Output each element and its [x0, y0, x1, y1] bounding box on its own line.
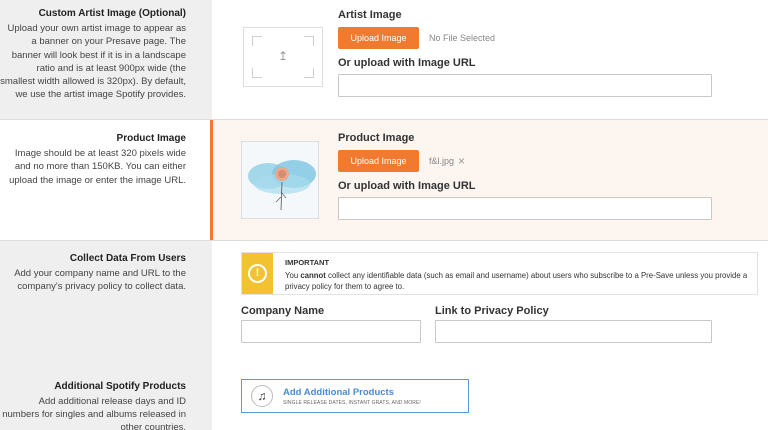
notice-body: You cannot collect any identifiable data…	[285, 271, 748, 291]
notice-title: IMPORTANT	[285, 258, 330, 267]
product-image-description: Image should be at least 320 pixels wide…	[9, 148, 186, 186]
custom-artist-content: ↥ Artist Image Upload Image No File Sele…	[212, 0, 768, 120]
add-products-title: Add Additional Products	[283, 387, 395, 398]
notice-emphasis: cannot	[300, 271, 326, 280]
remove-file-icon[interactable]: ×	[458, 154, 465, 168]
company-name-input[interactable]	[241, 320, 421, 343]
product-artwork-thumbnail	[242, 142, 318, 218]
notice-warning-strip: !	[242, 253, 273, 294]
artist-image-placeholder[interactable]: ↥	[243, 27, 323, 87]
product-image-preview[interactable]	[241, 141, 319, 219]
warning-icon: !	[248, 264, 267, 283]
custom-artist-description: Upload your own artist image to appear a…	[0, 23, 186, 101]
product-image-label: Product Image	[338, 132, 415, 144]
product-upload-button[interactable]: Upload Image	[338, 150, 419, 172]
artist-url-label: Or upload with Image URL	[338, 57, 476, 69]
custom-artist-title: Custom Artist Image (Optional)	[38, 8, 186, 19]
music-note-icon: ♫	[251, 385, 273, 407]
product-url-input[interactable]	[338, 197, 712, 220]
privacy-policy-label: Link to Privacy Policy	[435, 305, 549, 317]
custom-artist-sidebar: Custom Artist Image (Optional) Upload yo…	[0, 0, 212, 120]
additional-products-title: Additional Spotify Products	[54, 380, 186, 392]
artist-url-input[interactable]	[338, 74, 712, 97]
company-name-label: Company Name	[241, 305, 325, 317]
collect-data-description: Add your company name and URL to the com…	[14, 268, 186, 293]
product-file-name: f&l.jpg	[429, 156, 455, 166]
add-products-subtitle: SINGLE RELEASE DATES, INSTANT GRATS, AND…	[283, 400, 421, 406]
product-url-label: Or upload with Image URL	[338, 180, 476, 192]
add-additional-products-button[interactable]: ♫ Add Additional Products SINGLE RELEASE…	[241, 379, 469, 413]
privacy-policy-input[interactable]	[435, 320, 712, 343]
upload-arrow-icon: ↥	[277, 49, 289, 63]
artist-file-status: No File Selected	[429, 33, 496, 43]
active-section-indicator	[210, 120, 213, 240]
privacy-notice: ! IMPORTANT You cannot collect any ident…	[241, 252, 758, 295]
artist-image-label: Artist Image	[338, 9, 402, 21]
section-product-image: Product Image Image should be at least 3…	[0, 120, 768, 240]
section-custom-artist-image: Custom Artist Image (Optional) Upload yo…	[0, 0, 768, 120]
artist-upload-button[interactable]: Upload Image	[338, 27, 419, 49]
additional-products-description: Add additional release days and ID numbe…	[2, 395, 186, 430]
collect-data-title: Collect Data From Users	[69, 253, 186, 264]
divider	[0, 119, 768, 120]
product-image-content: Product Image Upload Image f&l.jpg × Or …	[212, 120, 768, 240]
collect-data-sidebar: Collect Data From Users Add your company…	[0, 241, 212, 430]
product-image-sidebar: Product Image Image should be at least 3…	[0, 120, 212, 240]
product-image-title: Product Image	[116, 133, 186, 144]
